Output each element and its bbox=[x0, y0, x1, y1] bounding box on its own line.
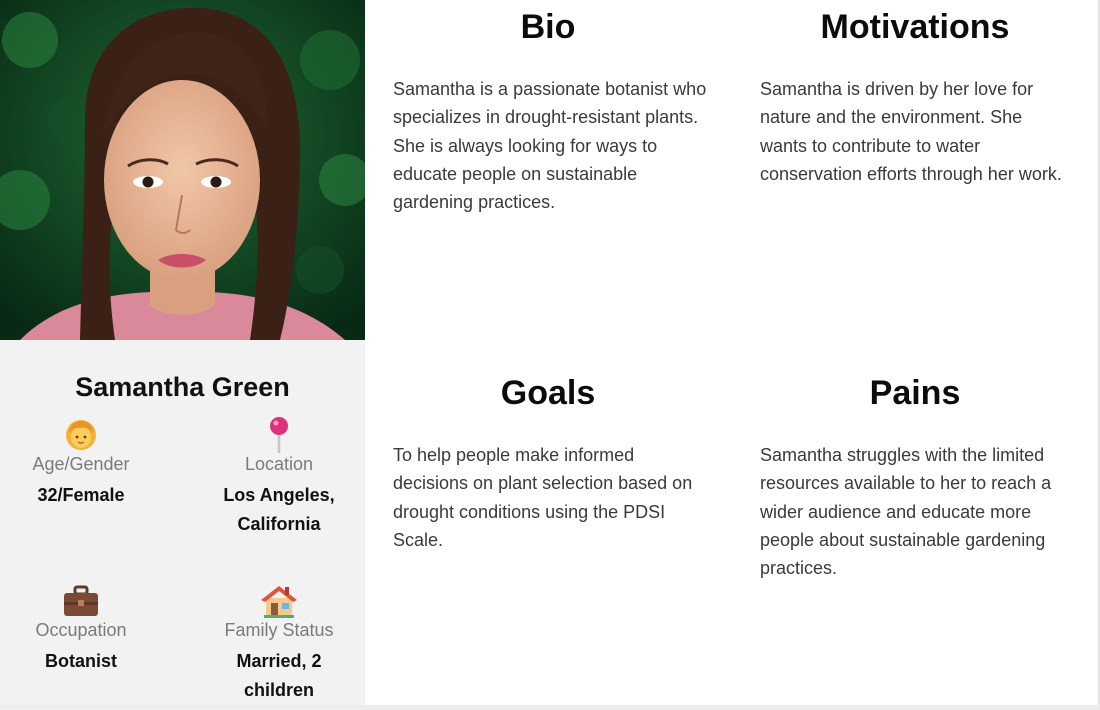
briefcase-icon bbox=[6, 584, 156, 618]
attribute-family-status: Family Status Married, 2 children bbox=[204, 584, 354, 705]
section-text: Samantha is a passionate botanist who sp… bbox=[393, 79, 707, 213]
section-text: To help people make informed decisions o… bbox=[393, 445, 693, 550]
persona-card: Samantha Green Age/Gender 32/Female Loca… bbox=[0, 0, 1100, 710]
section-bio: Bio Samantha is a passionate botanist wh… bbox=[393, 8, 713, 216]
attribute-value: Botanist bbox=[45, 651, 117, 671]
attribute-label: Family Status bbox=[224, 620, 334, 640]
woman-face-icon bbox=[6, 418, 156, 452]
attribute-value: Los Angeles, California bbox=[223, 485, 335, 534]
section-goals: Goals To help people make informed decis… bbox=[393, 374, 713, 554]
attribute-age-gender: Age/Gender 32/Female bbox=[6, 418, 156, 510]
attribute-location: Location Los Angeles, California bbox=[204, 417, 354, 539]
attribute-occupation: Occupation Botanist bbox=[6, 584, 156, 676]
attribute-value: Married, 2 children bbox=[236, 651, 322, 700]
section-motivations: Motivations Samantha is driven by her lo… bbox=[760, 8, 1080, 188]
profile-panel: Samantha Green Age/Gender 32/Female Loca… bbox=[0, 0, 365, 705]
card-bottom-border bbox=[0, 705, 1100, 710]
attribute-value: 32/Female bbox=[37, 485, 125, 505]
section-pains: Pains Samantha struggles with the limite… bbox=[760, 374, 1080, 582]
section-text: Samantha is driven by her love for natur… bbox=[760, 79, 1062, 184]
attribute-label: Location bbox=[244, 454, 314, 474]
attribute-label: Age/Gender bbox=[32, 454, 130, 474]
house-icon bbox=[204, 584, 354, 618]
attribute-label: Occupation bbox=[35, 620, 127, 640]
section-title: Motivations bbox=[820, 8, 1010, 46]
section-title: Goals bbox=[500, 374, 596, 412]
profile-name: Samantha Green bbox=[75, 372, 290, 402]
profile-photo bbox=[0, 0, 365, 340]
pin-icon bbox=[204, 417, 354, 453]
section-title: Bio bbox=[520, 8, 576, 46]
section-text: Samantha struggles with the limited reso… bbox=[760, 445, 1052, 579]
section-title: Pains bbox=[869, 374, 961, 412]
